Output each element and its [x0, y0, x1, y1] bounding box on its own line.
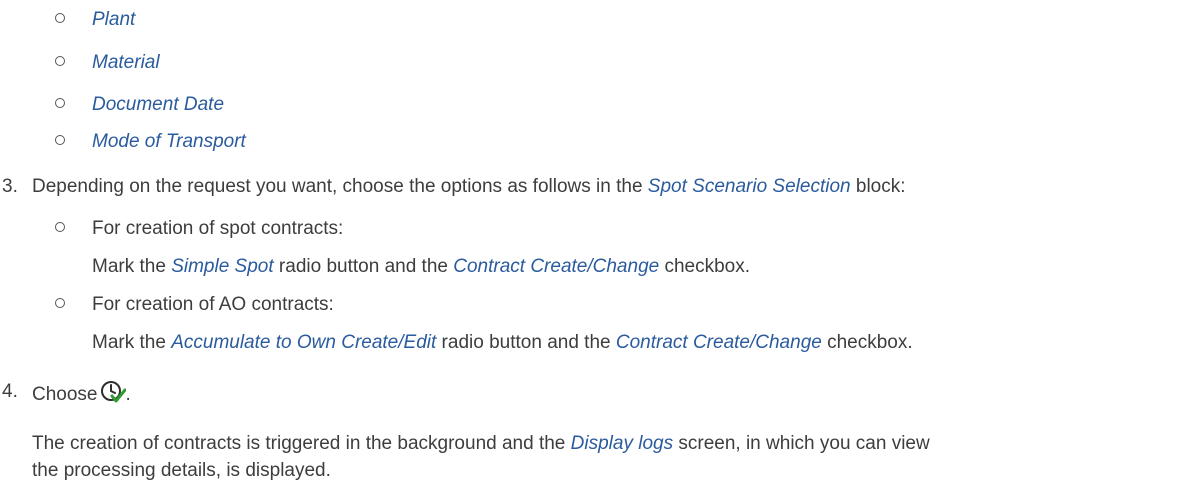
- step-text: Depending on the request you want, choos…: [32, 175, 906, 199]
- ui-term: Contract Create/Change: [453, 256, 660, 277]
- option-heading: For creation of AO contracts:: [92, 294, 334, 315]
- step-text-part: Choose: [32, 384, 98, 405]
- bullet-circle: [55, 135, 65, 145]
- field-document-date: Document Date: [92, 94, 225, 115]
- execute-in-background-icon: [100, 380, 126, 411]
- bullet-circle: [55, 98, 65, 108]
- option-heading: For creation of spot contracts:: [92, 218, 344, 239]
- bullet-circle: [55, 222, 65, 232]
- text-part: The creation of contracts is triggered i…: [32, 433, 571, 454]
- step-description: The creation of contracts is triggered i…: [32, 432, 930, 456]
- step-text-part: Depending on the request you want, choos…: [32, 176, 648, 197]
- bullet-circle: [55, 13, 65, 23]
- step-text-part: block:: [850, 176, 906, 197]
- option-instruction: Mark the Simple Spot radio button and th…: [92, 255, 750, 279]
- field-mode-of-transport: Mode of Transport: [92, 131, 246, 152]
- step-text-part: .: [125, 384, 131, 405]
- ui-term: Contract Create/Change: [615, 332, 822, 353]
- ui-term: Accumulate to Own Create/Edit: [171, 332, 437, 353]
- step-text: Choose .: [32, 380, 131, 411]
- text-part: screen, in which you can view: [673, 433, 930, 454]
- text-part: Mark the: [92, 256, 172, 277]
- text-part: checkbox.: [821, 332, 913, 353]
- step-description-line2: the processing details, is displayed.: [32, 460, 331, 481]
- ui-term: Spot Scenario Selection: [647, 176, 851, 197]
- option-instruction: Mark the Accumulate to Own Create/Edit r…: [92, 331, 913, 355]
- field-material: Material: [92, 52, 160, 73]
- bullet-circle: [55, 56, 65, 66]
- ui-term: Simple Spot: [171, 256, 274, 277]
- ui-term: Display logs: [570, 433, 674, 454]
- bullet-circle: [55, 298, 65, 308]
- step-number: 4.: [2, 381, 18, 402]
- text-part: radio button and the: [273, 256, 454, 277]
- field-plant: Plant: [92, 9, 136, 30]
- document-body: Plant Material Document Date Mode of Tra…: [0, 0, 1203, 487]
- text-part: Mark the: [92, 332, 172, 353]
- text-part: checkbox.: [659, 256, 751, 277]
- step-number: 3.: [2, 176, 18, 197]
- text-part: radio button and the: [436, 332, 616, 353]
